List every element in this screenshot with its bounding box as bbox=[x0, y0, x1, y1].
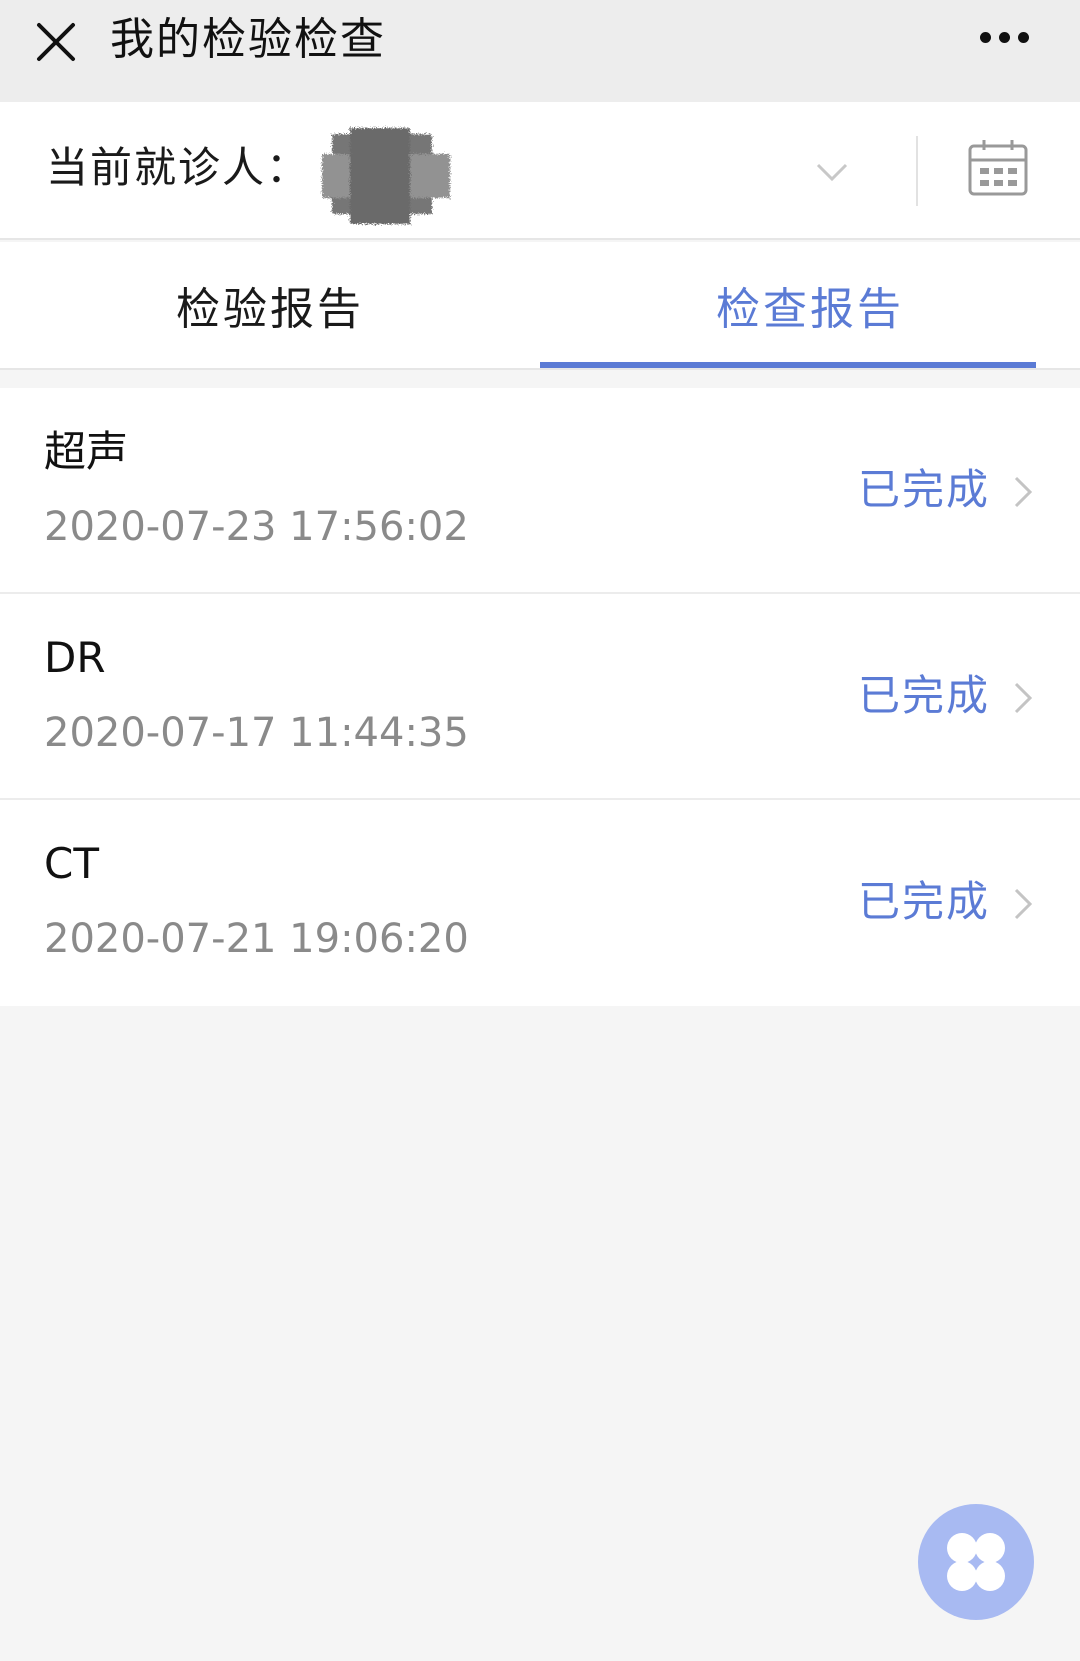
floating-menu-button[interactable] bbox=[918, 1504, 1034, 1620]
list-item[interactable]: CT 2020-07-21 19:06:20 已完成 bbox=[0, 800, 1080, 1006]
chevron-right-icon bbox=[1014, 888, 1033, 920]
more-dots-icon bbox=[1017, 31, 1029, 43]
report-time: 2020-07-21 19:06:20 bbox=[44, 916, 469, 962]
list-item[interactable]: DR 2020-07-17 11:44:35 已完成 bbox=[0, 594, 1080, 800]
tab-exam-report[interactable]: 检查报告 bbox=[540, 242, 1080, 368]
close-icon bbox=[37, 23, 75, 61]
report-list: 超声 2020-07-23 17:56:02 已完成 DR 2020-07-17… bbox=[0, 388, 1080, 1006]
status-badge: 已完成 bbox=[857, 465, 990, 514]
patient-selector[interactable]: 当前就诊人： bbox=[0, 102, 1080, 240]
report-tabs: 检验报告 检查报告 bbox=[0, 242, 1080, 370]
more-dots-icon bbox=[979, 31, 991, 43]
close-button[interactable] bbox=[28, 14, 84, 70]
active-tab-indicator bbox=[540, 362, 1036, 368]
report-name: CT bbox=[44, 839, 99, 888]
report-time: 2020-07-23 17:56:02 bbox=[44, 504, 469, 550]
more-dots-icon bbox=[998, 31, 1010, 43]
chevron-right-icon bbox=[1014, 682, 1033, 714]
top-navigation-bar: 我的检验检查 bbox=[0, 0, 1080, 102]
status-badge: 已完成 bbox=[857, 877, 990, 926]
chevron-down-icon[interactable] bbox=[810, 150, 854, 194]
patient-label: 当前就诊人： bbox=[46, 143, 311, 192]
redacted-patient-name bbox=[322, 128, 450, 224]
calendar-icon[interactable] bbox=[966, 136, 1030, 200]
page-title: 我的检验检查 bbox=[110, 14, 386, 65]
tab-lab-report[interactable]: 检验报告 bbox=[0, 242, 540, 368]
report-name: 超声 bbox=[44, 427, 129, 476]
divider bbox=[916, 136, 918, 206]
status-badge: 已完成 bbox=[857, 671, 990, 720]
chevron-right-icon bbox=[1014, 476, 1033, 508]
list-item[interactable]: 超声 2020-07-23 17:56:02 已完成 bbox=[0, 388, 1080, 594]
clover-menu-icon bbox=[947, 1533, 1005, 1591]
report-name: DR bbox=[44, 633, 106, 682]
report-time: 2020-07-17 11:44:35 bbox=[44, 710, 469, 756]
more-options-button[interactable] bbox=[964, 14, 1044, 60]
